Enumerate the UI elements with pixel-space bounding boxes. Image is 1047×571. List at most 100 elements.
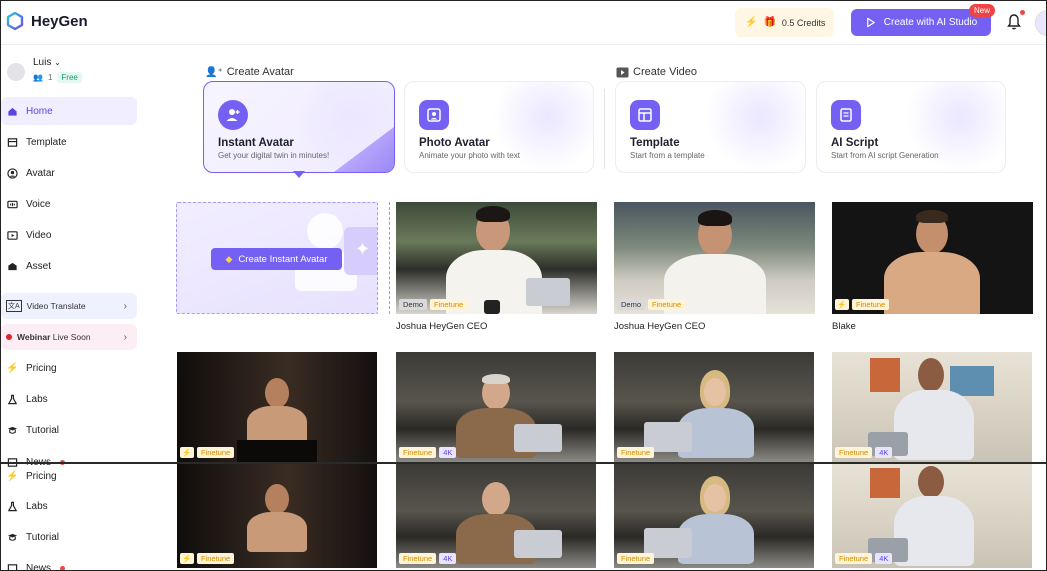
create-instant-avatar-button[interactable]: ◆ Create Instant Avatar [211, 248, 342, 270]
avatar-tile[interactable]: ⚡ Finetune [832, 202, 1033, 314]
avatar-body [247, 512, 307, 552]
sidebar-item-label: Pricing [26, 362, 57, 374]
laptop [514, 530, 562, 558]
avatar-head [918, 358, 944, 392]
top-bar: HeyGen ⚡ 🎁 0.5 Credits Create with AI St… [1, 1, 1046, 45]
tutorial-icon [7, 426, 18, 434]
tag-row: Finetune [617, 553, 655, 564]
card-title: Photo Avatar [419, 137, 490, 149]
painting [950, 366, 994, 396]
avatar-head [265, 378, 289, 408]
sparkle-icon: ✦ [355, 239, 371, 259]
sidebar-item-pricing[interactable]: ⚡ Pricing [1, 462, 137, 490]
sidebar-item-labs[interactable]: Labs [1, 492, 137, 520]
avatar-tile[interactable]: Finetune 4K [396, 464, 596, 568]
photo-avatar-card[interactable]: Photo Avatar Animate your photo with tex… [404, 81, 594, 173]
webinar-pill[interactable]: Webinar Live Soon › [1, 324, 137, 350]
avatar-tile[interactable]: ⚡ Finetune [177, 464, 377, 568]
sidebar-item-label: Video [26, 229, 52, 241]
new-badge: New [969, 4, 996, 17]
avatar-body [884, 252, 980, 314]
app-window: HeyGen ⚡ 🎁 0.5 Credits Create with AI St… [0, 0, 1047, 571]
sidebar-item-tutorial[interactable]: Tutorial [1, 523, 137, 551]
finetune-tag: Finetune [197, 447, 235, 458]
card-subtitle: Start from AI script Generation [831, 151, 939, 160]
sidebar-item-home[interactable]: Home [1, 97, 137, 125]
sidebar-item-avatar[interactable]: Avatar [1, 159, 137, 187]
ai-script-card[interactable]: AI Script Start from AI script Generatio… [816, 81, 1006, 173]
sidebar-item-pricing[interactable]: ⚡ Pricing [1, 354, 137, 382]
avatar-tile[interactable]: ⚡ Finetune [177, 352, 377, 462]
create-instant-avatar-label: Create Instant Avatar [238, 253, 328, 265]
brand-logo[interactable]: HeyGen [5, 11, 88, 31]
avatar-head [482, 482, 510, 516]
sidebar-item-label: News [26, 562, 52, 571]
gift-icon: 🎁 [763, 17, 776, 28]
photo-avatar-icon [419, 100, 449, 130]
sidebar-item-label: Template [26, 136, 67, 148]
mug [484, 300, 500, 314]
4k-tag: 4K [439, 553, 457, 564]
bolt-tag-icon: ⚡ [180, 553, 194, 564]
avatar-tile[interactable]: Finetune [614, 464, 814, 568]
card-subtitle: Start from a template [630, 151, 705, 160]
finetune-tag: Finetune [399, 447, 437, 458]
webinar-rest: Live Soon [50, 332, 91, 342]
sidebar-item-label: Asset [26, 260, 52, 272]
avatar-tile[interactable]: Finetune 4K [832, 352, 1032, 462]
avatar-head [918, 466, 944, 498]
finetune-tag: Finetune [617, 553, 655, 564]
sidebar-item-news[interactable]: News [1, 554, 137, 571]
labs-icon [7, 501, 18, 511]
create-video-heading: Create Video [616, 66, 697, 78]
labs-icon [7, 394, 18, 404]
section-divider [604, 89, 605, 169]
sidebar-item-video[interactable]: Video [1, 221, 137, 249]
create-instant-avatar-tile[interactable]: ✦ ◆ Create Instant Avatar [176, 202, 378, 314]
diamond-icon: ◆ [225, 253, 233, 264]
account-avatar[interactable] [1035, 10, 1046, 36]
add-user-icon: 👤⁺ [205, 66, 223, 78]
avatar-tile[interactable]: Finetune [614, 352, 814, 462]
webinar-bold: Webinar [17, 332, 51, 342]
user-meta: 👥 1 Free [33, 72, 82, 83]
video-translate-label: Video Translate [26, 301, 86, 311]
home-icon [8, 107, 17, 116]
desk [237, 440, 317, 462]
webinar-label: Webinar Live Soon [17, 332, 91, 342]
sidebar-item-tutorial[interactable]: Tutorial [1, 416, 137, 444]
live-dot-icon [6, 334, 12, 340]
finetune-tag: Finetune [835, 553, 873, 564]
avatar-tile[interactable]: Demo Finetune [614, 202, 815, 314]
demo-tag: Demo [617, 299, 646, 310]
sidebar-item-template[interactable]: Template [1, 128, 137, 156]
sidebar-item-voice[interactable]: Voice [1, 190, 137, 218]
4k-tag: 4K [875, 553, 893, 564]
instant-avatar-card[interactable]: Instant Avatar Get your digital twin in … [203, 81, 395, 173]
card-decoration [705, 82, 805, 172]
video-translate-pill[interactable]: 文A Video Translate › [1, 293, 137, 319]
avatar-tile[interactable]: Finetune 4K [396, 352, 596, 462]
avatar-tile[interactable]: Demo Finetune [396, 202, 597, 314]
bell-icon[interactable] [1006, 13, 1022, 31]
plan-badge: Free [57, 72, 82, 83]
tag-row: Finetune 4K [399, 553, 457, 564]
sidebar-item-asset[interactable]: Asset [1, 252, 137, 280]
sidebar-item-label: Labs [26, 393, 48, 405]
user-switcher[interactable]: Luis ⌄ 👥 1 Free [7, 57, 82, 83]
finetune-tag: Finetune [197, 553, 235, 564]
sidebar-item-label: Tutorial [26, 531, 59, 543]
translate-icon: 文A [6, 300, 22, 312]
credits-box[interactable]: ⚡ 🎁 0.5 Credits [735, 8, 834, 37]
selection-pointer [293, 171, 305, 178]
play-outline-icon [866, 17, 875, 28]
template-card[interactable]: Template Start from a template [615, 81, 806, 173]
news-icon [7, 563, 18, 570]
script-icon [831, 100, 861, 130]
chevron-right-icon: › [123, 300, 127, 312]
chevron-down-icon: ⌄ [54, 58, 61, 67]
avatar-name: Blake [832, 321, 856, 332]
studio-button-label: Create with AI Studio [883, 17, 978, 28]
sidebar-item-labs[interactable]: Labs [1, 385, 137, 413]
avatar-tile[interactable]: Finetune 4K [832, 464, 1032, 568]
